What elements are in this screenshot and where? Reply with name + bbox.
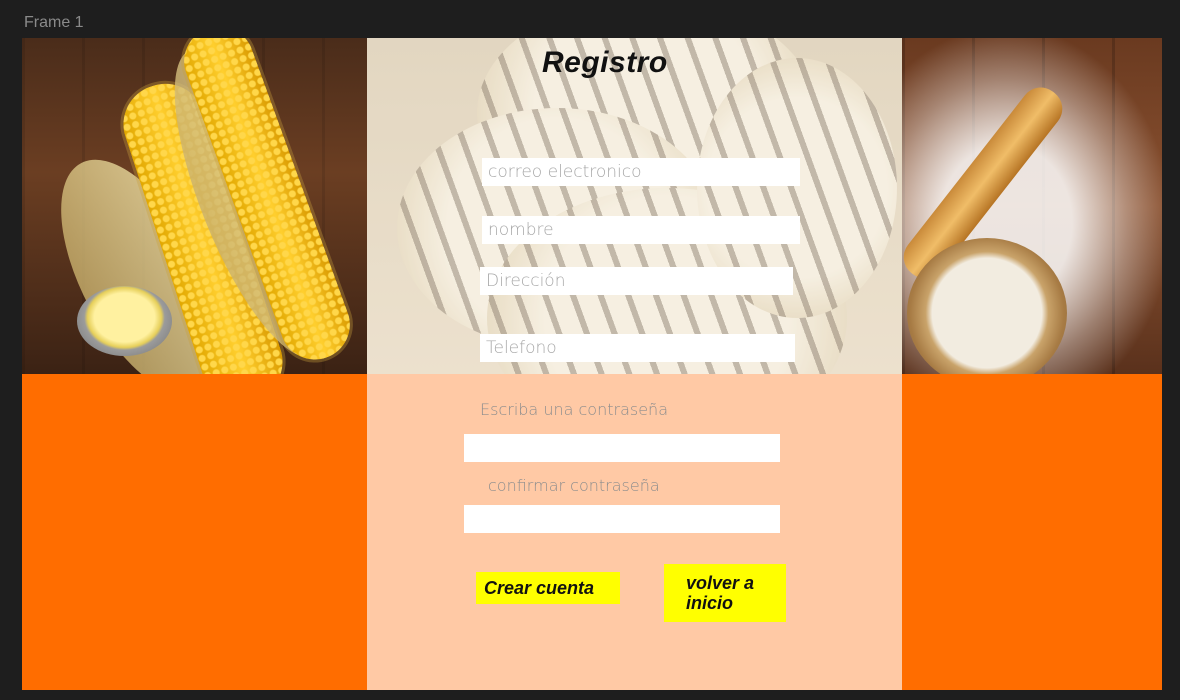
confirm-password-label: confirmar contraseña <box>488 476 660 495</box>
corn-photo <box>22 38 367 374</box>
address-field[interactable] <box>480 267 793 295</box>
email-field[interactable] <box>482 158 800 186</box>
butter-spoon-image <box>77 286 172 356</box>
phone-field[interactable] <box>480 334 795 362</box>
back-to-home-button[interactable]: volver a inicio <box>664 564 786 622</box>
name-field[interactable] <box>482 216 800 244</box>
registration-canvas: Registro Escriba una contraseña confirma… <box>22 38 1162 690</box>
flour-photo <box>902 38 1162 374</box>
create-account-button[interactable]: Crear cuenta <box>476 572 620 604</box>
page-title: Registro <box>542 46 668 79</box>
frame-label: Frame 1 <box>24 14 84 31</box>
confirm-password-field[interactable] <box>464 505 780 533</box>
password-label: Escriba una contraseña <box>480 400 668 419</box>
arepas-photo <box>367 38 902 374</box>
password-field[interactable] <box>464 434 780 462</box>
